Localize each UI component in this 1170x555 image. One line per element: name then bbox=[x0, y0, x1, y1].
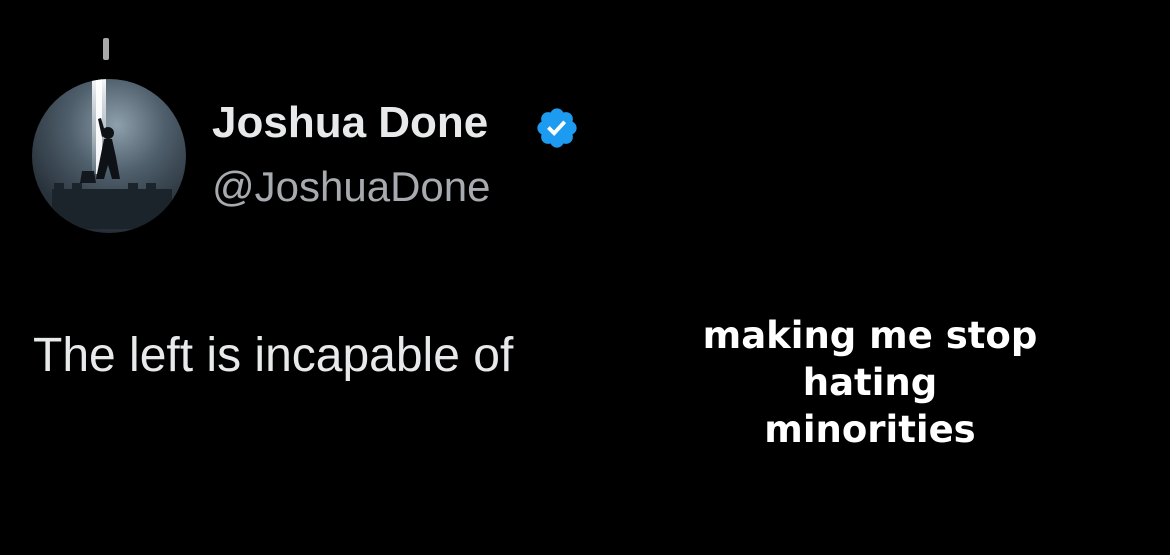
avatar[interactable] bbox=[32, 79, 186, 233]
verified-badge-icon bbox=[537, 108, 577, 148]
caption-line-2: minorities bbox=[764, 408, 976, 451]
thread-connector-line bbox=[103, 38, 109, 60]
meme-caption: making me stop hating minorities bbox=[630, 312, 1110, 453]
caption-line-1: making me stop hating bbox=[702, 314, 1038, 404]
user-handle[interactable]: @JoshuaDone bbox=[212, 163, 490, 211]
avatar-image bbox=[52, 79, 172, 229]
display-name[interactable]: Joshua Done bbox=[212, 98, 488, 148]
tweet-text: The left is incapable of bbox=[33, 329, 514, 382]
